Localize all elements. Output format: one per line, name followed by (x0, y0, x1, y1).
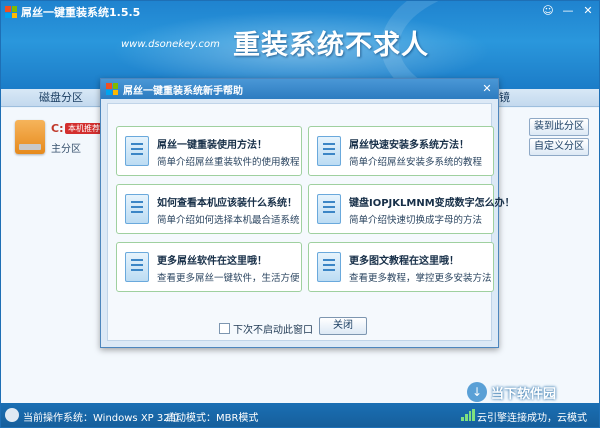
dialog-close-button[interactable]: 关闭 (319, 317, 367, 335)
help-card-keyboard[interactable]: 键盘IOPJKLMNM变成数字怎么办！ 简单介绍快速切换成字母的方法 (308, 184, 515, 234)
modal-overlay: 屌丝一键重装系统新手帮助 ✕ 屌丝一键重装使用方法！ 简单介绍屌丝重装软件的使用… (0, 0, 600, 428)
document-icon (317, 194, 341, 224)
dialog-close-icon[interactable]: ✕ (480, 82, 494, 96)
card-title: 更多图文教程在这里哦！ (349, 256, 459, 267)
dialog-body: 屌丝一键重装使用方法！ 简单介绍屌丝重装软件的使用教程 屌丝快速安装多系统方法！… (107, 103, 515, 341)
card-desc: 简单介绍如何选择本机最合适系统 (157, 215, 300, 226)
help-card-usage[interactable]: 屌丝一键重装使用方法！ 简单介绍屌丝重装软件的使用教程 (116, 126, 302, 176)
help-dialog: 屌丝一键重装系统新手帮助 ✕ 屌丝一键重装使用方法！ 简单介绍屌丝重装软件的使用… (100, 78, 515, 348)
card-title: 如何查看本机应该装什么系统！ (157, 198, 297, 209)
help-card-more-software[interactable]: 更多屌丝软件在这里哦！ 查看更多屌丝一键软件，生活方便 (116, 242, 302, 292)
card-title: 键盘IOPJKLMNM变成数字怎么办！ (349, 198, 515, 209)
card-desc: 简单介绍快速切换成字母的方法 (349, 215, 483, 226)
dont-show-again-row[interactable]: 下次不启动此窗口 (219, 321, 313, 336)
help-card-which-system[interactable]: 如何查看本机应该装什么系统！ 简单介绍如何选择本机最合适系统 (116, 184, 302, 234)
dont-show-again-label: 下次不启动此窗口 (233, 325, 313, 336)
card-desc: 简单介绍屌丝重装软件的使用教程 (157, 157, 300, 168)
card-title: 屌丝一键重装使用方法！ (157, 140, 267, 151)
card-desc: 查看更多教程，掌控更多安装方法 (349, 273, 492, 284)
card-desc: 查看更多屌丝一键软件，生活方便 (157, 273, 300, 284)
document-icon (125, 252, 149, 282)
dialog-title: 屌丝一键重装系统新手帮助 (123, 86, 243, 97)
card-desc: 简单介绍屌丝安装多系统的教程 (349, 157, 483, 168)
document-icon (317, 252, 341, 282)
help-card-multi-system[interactable]: 屌丝快速安装多系统方法！ 简单介绍屌丝安装多系统的教程 (308, 126, 494, 176)
document-icon (317, 136, 341, 166)
card-title: 更多屌丝软件在这里哦！ (157, 256, 267, 267)
document-icon (125, 136, 149, 166)
document-icon (125, 194, 149, 224)
dialog-title-bar: 屌丝一键重装系统新手帮助 ✕ (101, 79, 498, 99)
card-title: 屌丝快速安装多系统方法！ (349, 140, 469, 151)
dont-show-again-checkbox[interactable] (219, 323, 230, 334)
help-card-more-tutorials[interactable]: 更多图文教程在这里哦！ 查看更多教程，掌控更多安装方法 (308, 242, 494, 292)
dialog-logo-icon (106, 83, 118, 95)
